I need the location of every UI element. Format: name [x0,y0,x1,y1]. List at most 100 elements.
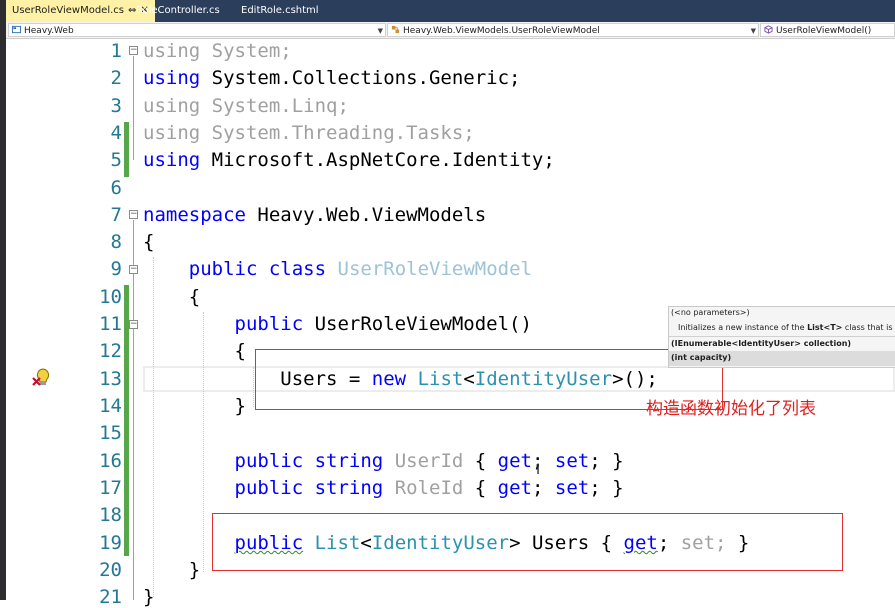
overload-tooltip: (<no parameters>) Initializes a new inst… [668,306,895,368]
keyword: set [554,477,590,499]
code-line-3[interactable]: using System.Linq; [143,95,349,117]
member-name: UserRoleViewModel() [776,26,872,36]
code-line-10[interactable]: { [143,286,200,308]
code-line-16[interactable]: public string UserId { get; set; } [143,450,624,472]
keyword: using [143,95,201,117]
description-text: Initializes a new instance of the [678,323,808,332]
line-number: 10 [99,286,122,308]
keyword: using [143,40,201,62]
line-number: 16 [99,450,122,472]
tab-label: RoleController.cs [136,5,220,16]
project-name: Heavy.Web [24,26,74,36]
fold-toggle[interactable]: − [129,46,138,55]
chevron-down-icon: ▼ [377,27,383,35]
line-number: 15 [99,422,122,444]
fold-toggle[interactable]: − [129,210,138,219]
code-text: { [463,477,498,499]
member-dropdown[interactable]: UserRoleViewModel() [760,23,895,37]
line-number: 4 [110,122,122,144]
code-line-12[interactable]: { [143,340,246,362]
code-line-4[interactable]: using System.Threading.Tasks; [143,122,475,144]
code-text: ; } [589,450,624,472]
line-number: 13 [99,368,122,390]
code-text: Heavy.Web.ViewModels [245,204,487,226]
keyword: namespace [143,204,246,226]
line-number: 21 [99,586,122,608]
property-name: UserId [394,450,464,472]
line-number: 5 [110,149,122,171]
code-text: System; [200,40,292,62]
change-bar [124,122,129,177]
chevron-down-icon: ▼ [750,27,756,35]
fold-guide [133,220,134,600]
fold-toggle[interactable]: − [129,265,138,274]
line-number: 14 [99,395,122,417]
code-text: System.Collections.Generic; [200,67,521,89]
code-line-5[interactable]: using Microsoft.AspNetCore.Identity; [143,149,555,171]
line-number: 11 [99,313,122,335]
fold-toggle[interactable]: − [129,320,138,329]
line-number: 7 [110,204,122,226]
code-line-20[interactable]: } [143,559,200,581]
tab-label: EditRole.cshtml [241,5,319,16]
line-number: 18 [99,504,122,526]
code-line-9[interactable]: public class UserRoleViewModel [143,258,532,280]
line-number: 2 [110,67,122,89]
overload-description: Initializes a new instance of the List<T… [678,323,895,332]
code-line-2[interactable]: using System.Collections.Generic; [143,67,521,89]
code-text: { [188,286,201,308]
code-line-17[interactable]: public string RoleId { get; set; } [143,477,624,499]
line-number: 3 [110,95,122,117]
code-text: { [234,340,246,362]
code-line-1[interactable]: using System; [143,40,292,62]
code-line-8[interactable]: { [143,231,154,253]
tab-rolecontroller[interactable]: RoleController.cs [136,0,220,22]
csharp-project-icon [12,25,21,34]
code-text: Microsoft.AspNetCore.Identity; [200,149,555,171]
tab-userroleviewmodel[interactable]: UserRoleViewModel.cs ⇔ ✕ [6,0,155,22]
code-text: System.Linq; [200,95,349,117]
divider [669,336,895,337]
keyword: string [314,477,384,499]
line-number: 6 [110,177,122,199]
class-name: UserRoleViewModel [337,258,532,280]
lightbulb-icon[interactable] [31,366,53,388]
keyword: using [143,67,201,89]
keyword: public [188,258,258,280]
keyword: public [234,313,304,335]
description-type: List<T> [807,323,843,332]
code-text: ; [532,477,555,499]
overload-capacity[interactable]: (int capacity) [671,353,731,362]
keyword: get [497,450,532,472]
type-dropdown[interactable]: Heavy.Web.ViewModels.UserRoleViewModel ▼ [387,23,759,37]
line-number: 1 [110,40,122,62]
keyword: using [143,122,201,144]
code-text: ; } [589,477,624,499]
overload-no-params: (<no parameters>) [671,308,750,317]
highlight-box [212,513,843,571]
keyword: string [314,450,384,472]
code-line-7[interactable]: namespace Heavy.Web.ViewModels [143,204,486,226]
description-text: class that is em [844,323,895,332]
overload-collection[interactable]: (IEnumerable<IdentityUser> collection) [671,339,851,348]
tab-label: UserRoleViewModel.cs [12,5,124,16]
line-number: 17 [99,477,122,499]
code-text: } [188,559,201,581]
code-text: { [463,450,498,472]
code-line-11[interactable]: public UserRoleViewModel() [143,313,532,335]
tab-editrole[interactable]: EditRole.cshtml [241,0,319,22]
keyword: get [497,477,532,499]
code-line-14[interactable]: } [143,395,246,417]
project-dropdown[interactable]: Heavy.Web ▼ [8,23,386,37]
keyword: set [554,450,590,472]
code-text: } [234,395,246,417]
line-number: 12 [99,340,122,362]
code-line-21[interactable]: } [143,586,154,608]
fold-guide [133,330,134,410]
fold-guide [133,56,134,160]
type-name: Heavy.Web.ViewModels.UserRoleViewModel [403,26,600,36]
document-tab-bar: UserRoleViewModel.cs ⇔ ✕ RoleController.cs… [6,0,895,22]
ibeam-cursor: I [536,462,541,478]
class-icon [391,25,400,34]
keyword: public [234,477,304,499]
